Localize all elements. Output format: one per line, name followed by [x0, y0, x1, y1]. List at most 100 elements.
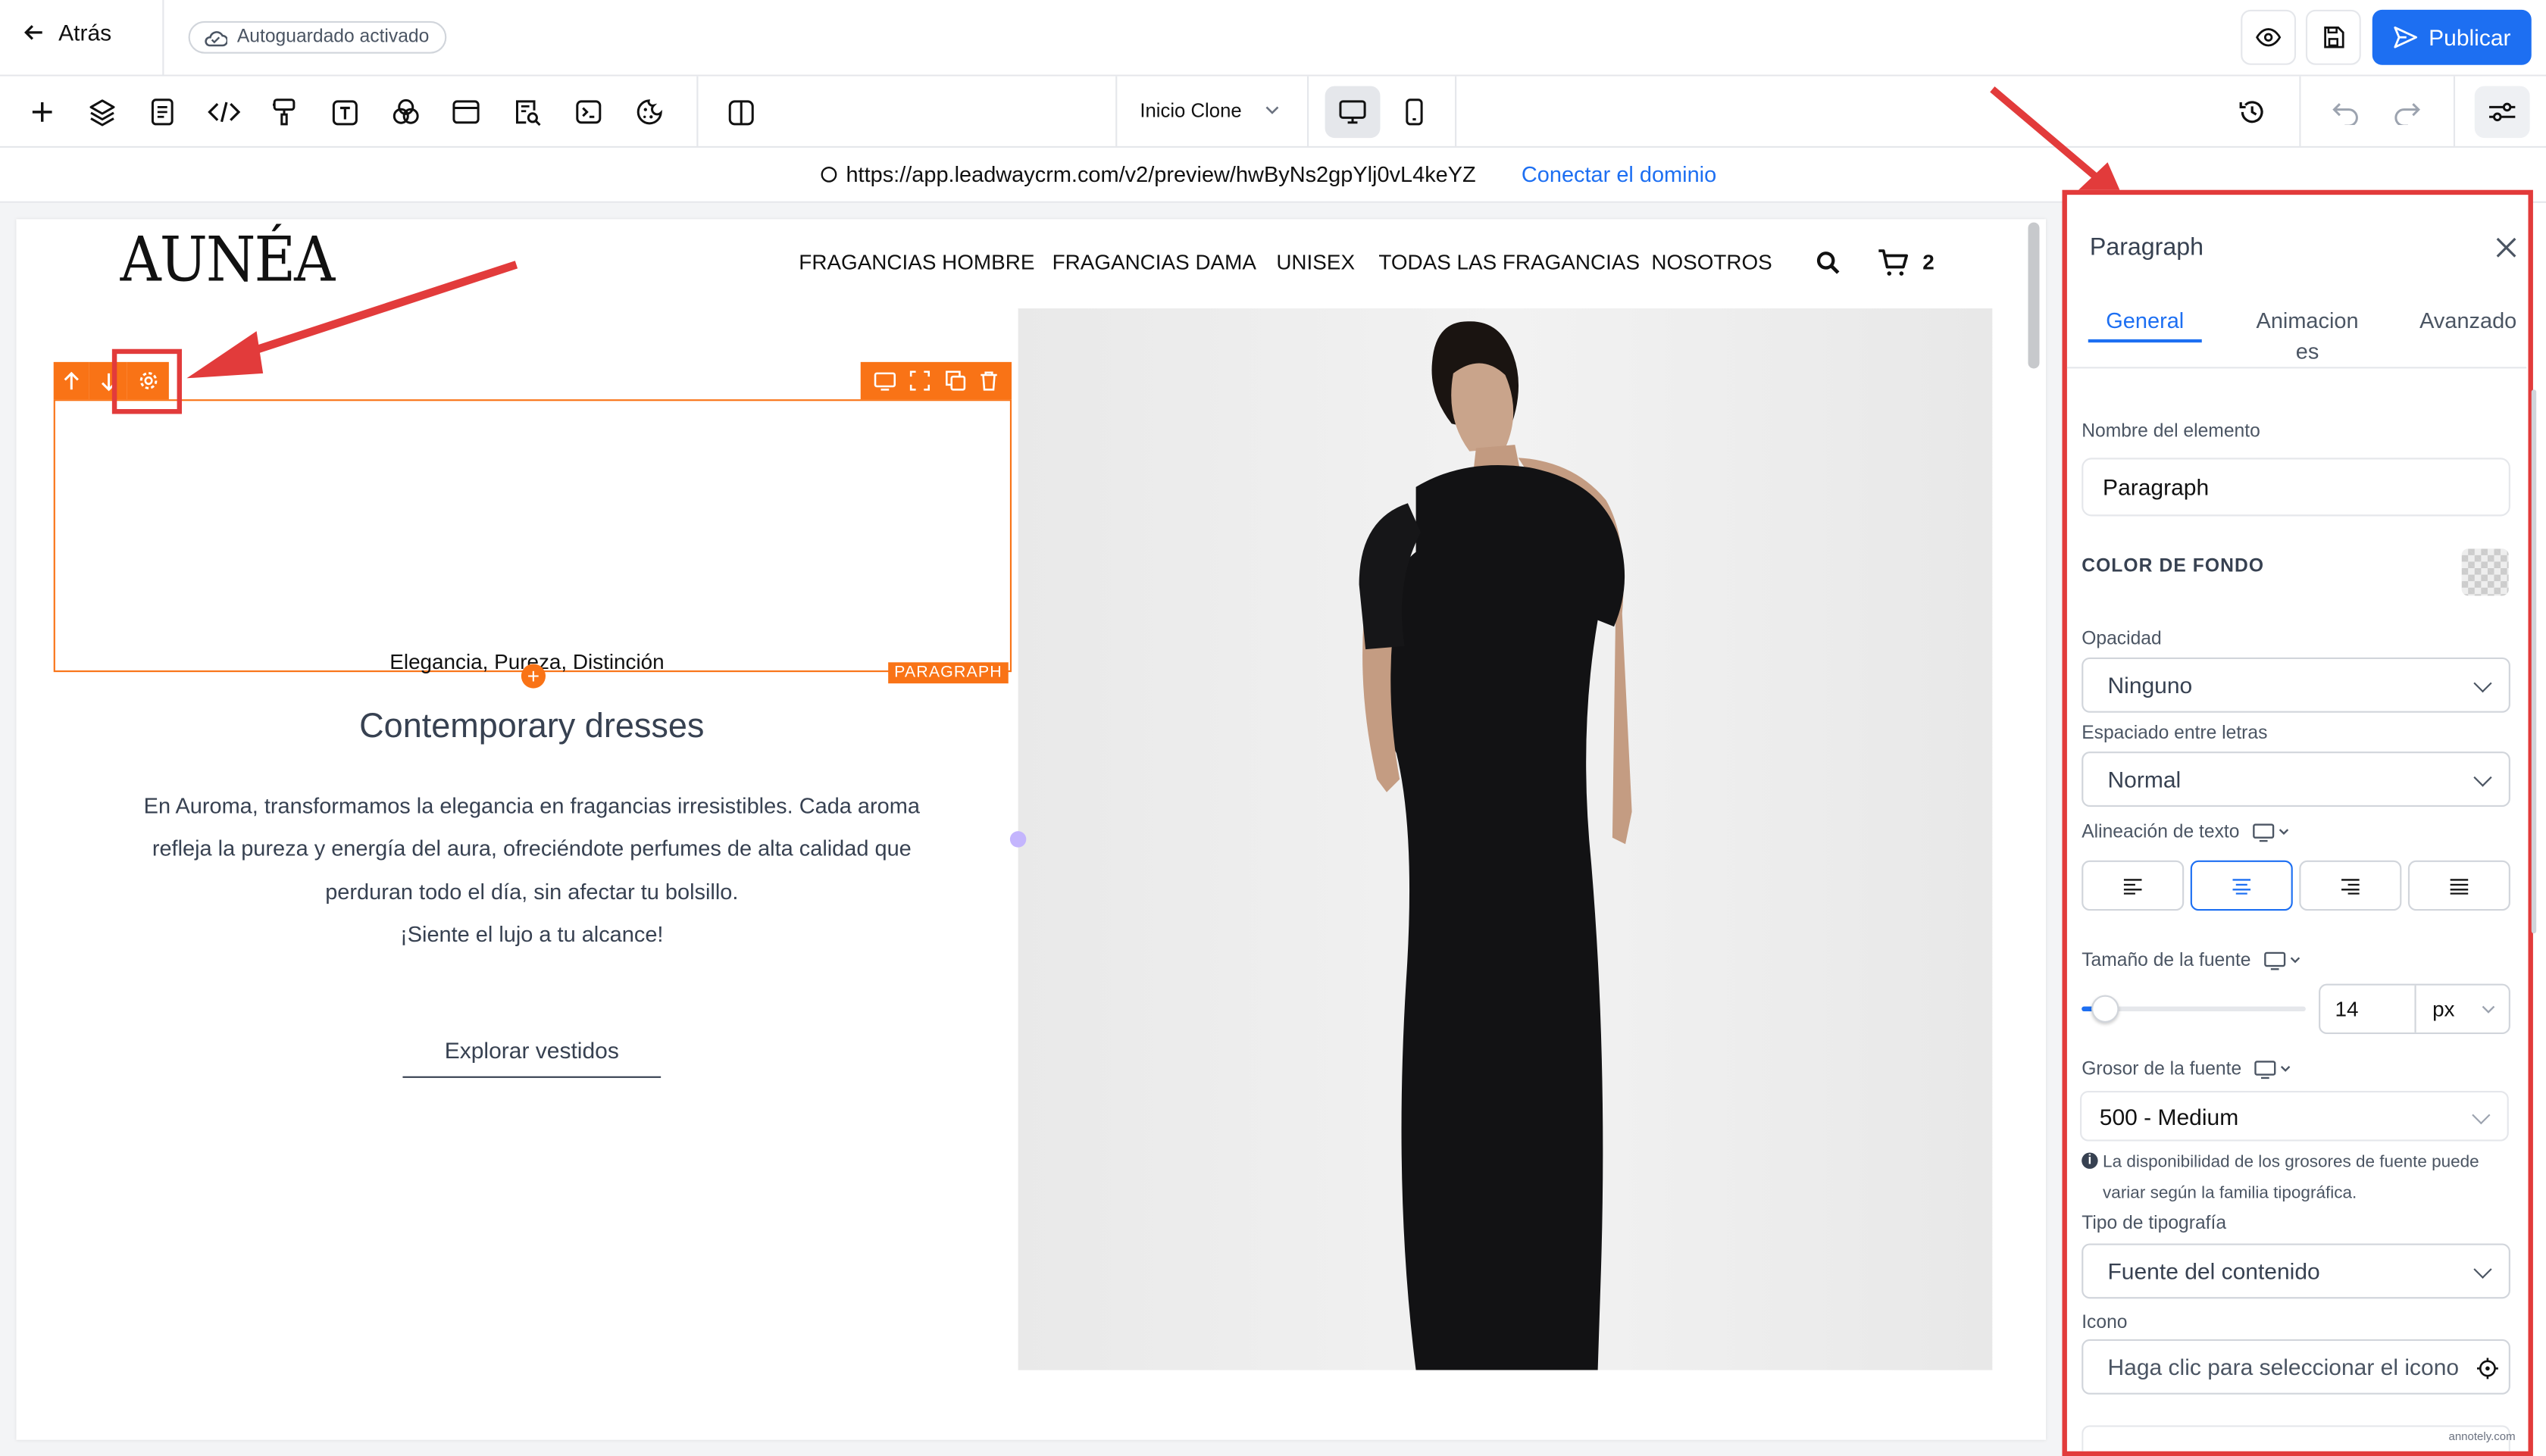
- columns-icon: [727, 99, 753, 125]
- add-below-button[interactable]: +: [521, 664, 546, 689]
- settings-toggle-button[interactable]: [2474, 86, 2530, 139]
- autosave-label: Autoguardado activado: [236, 27, 430, 48]
- chevron-down-icon: [2473, 768, 2492, 787]
- cart-icon[interactable]: [1877, 248, 1910, 278]
- move-up-button[interactable]: [53, 361, 89, 400]
- resize-handle[interactable]: [1009, 831, 1027, 848]
- publish-button[interactable]: Publicar: [2372, 9, 2532, 65]
- paint-button[interactable]: [266, 94, 302, 130]
- font-weight-note: i La disponibilidad de los grosores de f…: [2082, 1148, 2516, 1209]
- terminal-button[interactable]: [570, 94, 605, 130]
- align-justify-button[interactable]: [2407, 860, 2510, 911]
- align-right-button[interactable]: [2299, 860, 2402, 911]
- panel-title: Paragraph: [2089, 233, 2204, 262]
- desktop-breakpoint-icon[interactable]: [2254, 1060, 2293, 1080]
- tab-general[interactable]: General: [2100, 305, 2191, 336]
- bg-color-swatch[interactable]: [2461, 548, 2509, 596]
- desktop-visibility-icon[interactable]: [874, 371, 896, 391]
- preview-button[interactable]: [2241, 9, 2297, 65]
- preview-url[interactable]: https://app.leadwaycrm.com/v2/preview/hw…: [820, 162, 1476, 186]
- element-actions-bar: [860, 361, 1012, 400]
- icon-picker[interactable]: Haga clic para seleccionar el icono: [2082, 1339, 2510, 1395]
- trash-icon[interactable]: [979, 370, 999, 392]
- shapes-button[interactable]: [388, 94, 424, 130]
- hero-image[interactable]: [1018, 308, 1993, 1370]
- tab-animations[interactable]: Animacion es: [2242, 305, 2372, 367]
- nav-item-men[interactable]: FRAGANCIAS HOMBRE: [799, 250, 1034, 274]
- nav-item-women[interactable]: FRAGANCIAS DAMA: [1052, 250, 1256, 274]
- close-panel-button[interactable]: [2496, 232, 2517, 266]
- history-button[interactable]: [2235, 94, 2270, 130]
- panel-scrollbar[interactable]: [2531, 389, 2537, 934]
- cookie-icon: [636, 99, 662, 125]
- mobile-view-button[interactable]: [1387, 86, 1442, 139]
- body-line: En Auroma, transformamos la elegancia en…: [143, 793, 920, 819]
- align-center-button[interactable]: [2190, 860, 2293, 911]
- section-heading[interactable]: Contemporary dresses: [0, 708, 1064, 746]
- sliders-icon: [2489, 102, 2516, 122]
- font-size-input-group: 14 px: [2319, 983, 2510, 1035]
- letter-spacing-value: Normal: [2107, 766, 2182, 792]
- document-search-icon: [516, 100, 541, 127]
- circles-icon: [393, 98, 419, 124]
- next-field[interactable]: [2082, 1425, 2510, 1451]
- arrow-left-icon: [24, 25, 42, 40]
- duplicate-icon[interactable]: [944, 370, 965, 392]
- connect-domain-link[interactable]: Conectar el dominio: [1522, 162, 1716, 186]
- divider: [2299, 76, 2301, 148]
- element-settings-panel: Paragraph General Animacion es Avanzado …: [2062, 189, 2537, 1456]
- align-left-button[interactable]: [2082, 860, 2185, 911]
- align-justify-icon: [2450, 878, 2469, 894]
- redo-icon: [2394, 102, 2419, 124]
- back-label: Atrás: [58, 19, 112, 46]
- add-element-button[interactable]: [24, 94, 60, 130]
- split-view-button[interactable]: [723, 94, 758, 130]
- desktop-breakpoint-icon[interactable]: [2264, 951, 2303, 971]
- code-button[interactable]: [206, 94, 242, 130]
- layers-icon: [89, 99, 115, 127]
- save-button[interactable]: [2305, 9, 2361, 65]
- desktop-icon: [1339, 100, 1366, 124]
- seo-button[interactable]: [510, 94, 546, 130]
- page-selector[interactable]: Inicio Clone: [1140, 99, 1279, 122]
- redo-button[interactable]: [2388, 94, 2424, 130]
- send-icon: [2393, 27, 2417, 48]
- text-button[interactable]: [327, 94, 362, 130]
- desktop-breakpoint-icon[interactable]: [2253, 823, 2291, 842]
- font-size-input[interactable]: 14: [2335, 997, 2358, 1021]
- nav-item-all[interactable]: TODAS LAS FRAGANCIAS: [1378, 250, 1640, 274]
- body-paragraph[interactable]: En Auroma, transformamos la elegancia en…: [98, 786, 966, 956]
- element-name-input[interactable]: Paragraph: [2082, 458, 2510, 517]
- layers-button[interactable]: [84, 94, 120, 130]
- info-icon: i: [2082, 1152, 2098, 1169]
- browser-icon: [452, 100, 480, 124]
- expand-icon[interactable]: [910, 370, 931, 392]
- circle-icon: [821, 166, 837, 183]
- align-right-icon: [2341, 878, 2360, 894]
- desktop-view-button[interactable]: [1325, 86, 1381, 139]
- opacity-select[interactable]: Ninguno: [2082, 657, 2510, 713]
- section-button[interactable]: [448, 94, 483, 130]
- explore-dresses-button[interactable]: Explorar vestidos: [402, 1037, 662, 1078]
- cookie-button[interactable]: [632, 94, 668, 130]
- editor-toolbar: Inicio Clone: [0, 76, 2546, 148]
- search-icon[interactable]: [1816, 250, 1841, 276]
- slider-thumb[interactable]: [2091, 995, 2119, 1023]
- pages-button[interactable]: [145, 94, 180, 130]
- letter-spacing-select[interactable]: Normal: [2082, 751, 2510, 808]
- nav-item-unisex[interactable]: UNISEX: [1276, 250, 1355, 274]
- typography-select[interactable]: Fuente del contenido: [2082, 1243, 2510, 1299]
- nav-item-about[interactable]: NOSOTROS: [1651, 250, 1772, 274]
- undo-button[interactable]: [2327, 94, 2363, 130]
- history-icon: [2239, 101, 2263, 123]
- annotation-arrow-left: [186, 261, 518, 379]
- font-weight-select[interactable]: 500 - Medium: [2080, 1091, 2509, 1142]
- plus-icon: +: [527, 664, 540, 689]
- element-name-label: Nombre del elemento: [2082, 422, 2260, 442]
- back-button[interactable]: Atrás: [23, 20, 111, 45]
- font-unit-select[interactable]: px: [2432, 997, 2454, 1021]
- canvas-scrollbar[interactable]: [2028, 222, 2040, 369]
- eye-icon: [2256, 28, 2282, 47]
- tab-advanced[interactable]: Avanzado: [2411, 305, 2525, 336]
- selected-paragraph-outline[interactable]: [53, 399, 1012, 673]
